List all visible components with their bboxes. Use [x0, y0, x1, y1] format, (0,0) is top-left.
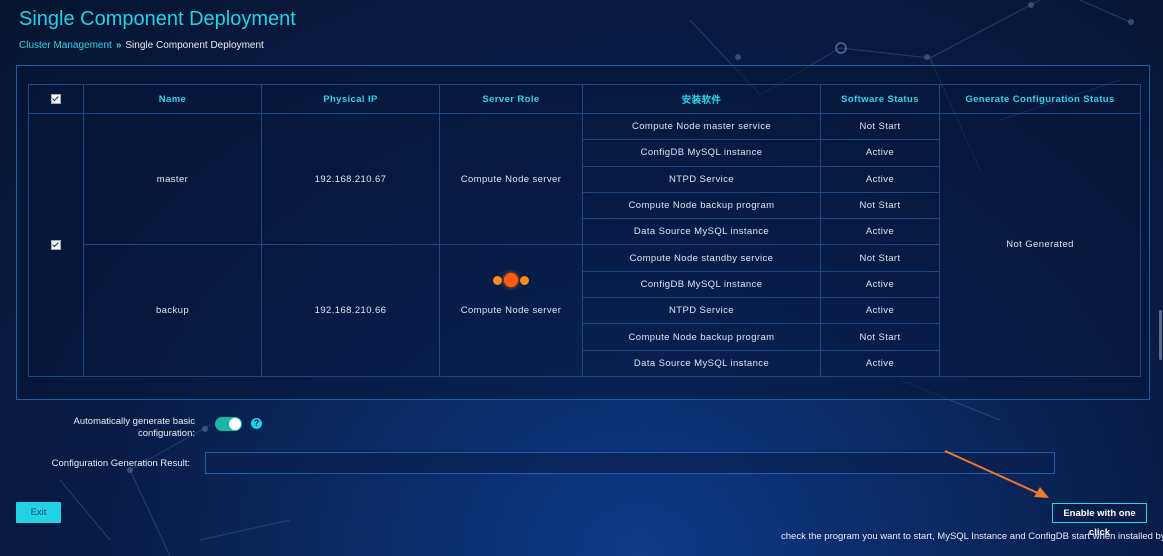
- start-hint-text: check the program you want to start, MyS…: [781, 531, 1163, 542]
- annotation-arrow-icon: [944, 450, 1049, 498]
- page-scrollbar[interactable]: [1159, 310, 1162, 360]
